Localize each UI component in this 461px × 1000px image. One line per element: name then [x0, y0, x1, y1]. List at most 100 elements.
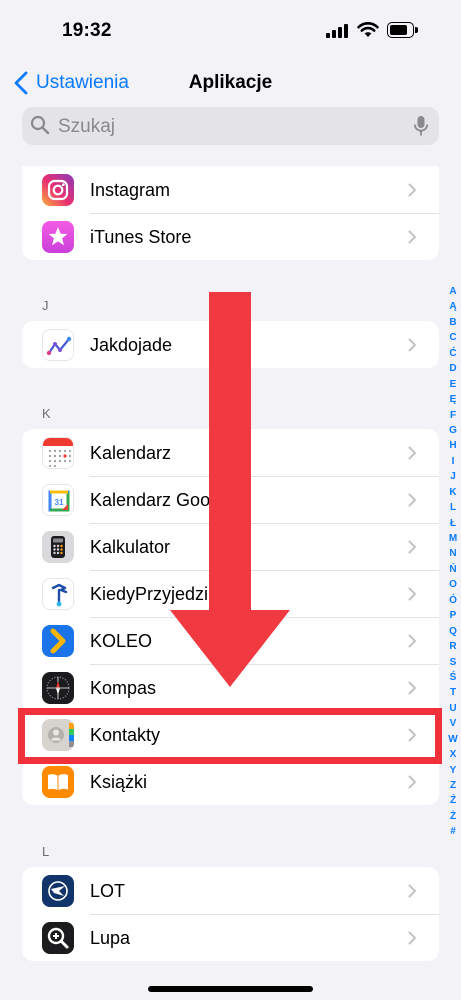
battery-icon [387, 22, 419, 38]
chevron-right-icon [408, 446, 416, 460]
chevron-right-icon [408, 493, 416, 507]
list-item-label: Książki [90, 772, 148, 792]
list-item-label: Kalkulator [90, 537, 171, 557]
list-item-label: Lupa [90, 928, 131, 948]
index-letter[interactable]: F [446, 408, 460, 423]
koleo-icon [42, 625, 74, 657]
index-letter[interactable]: K [446, 485, 460, 500]
chevron-right-icon [408, 681, 416, 695]
chevron-right-icon [408, 230, 416, 244]
index-letter[interactable]: O [446, 577, 460, 592]
index-letter[interactable]: P [446, 608, 460, 623]
list-item-label: KOLEO [90, 631, 153, 651]
search-input[interactable] [56, 107, 400, 147]
contacts-icon [42, 719, 74, 751]
index-letter[interactable]: X [446, 747, 460, 762]
list-item-label: Kompas [90, 678, 157, 698]
lot-icon [42, 875, 74, 907]
index-letter[interactable]: R [446, 639, 460, 654]
chevron-right-icon [408, 338, 416, 352]
alphabet-index[interactable]: A Ą B C Ć D E Ę F G H I J K L Ł M N Ń O Ó P Q R S Ś T U V W X Y Z Ź Ż # [446, 284, 460, 840]
apps-group-k: Kalendarz 31 Kalendarz Goo Kalkulator Ki… [22, 429, 439, 805]
index-letter[interactable]: B [446, 315, 460, 330]
index-letter[interactable]: H [446, 438, 460, 453]
search-bar[interactable] [22, 107, 439, 147]
chevron-right-icon [408, 587, 416, 601]
index-letter[interactable]: M [446, 531, 460, 546]
chevron-right-icon [408, 540, 416, 554]
index-letter[interactable]: T [446, 685, 460, 700]
index-letter[interactable]: Ń [446, 562, 460, 577]
section-header-j: J [42, 298, 49, 313]
status-time: 19:32 [62, 20, 112, 41]
cellular-signal-icon [326, 24, 348, 38]
list-item-label: LOT [90, 881, 126, 901]
microphone-icon[interactable] [413, 115, 429, 137]
list-item-itunes-store[interactable]: iTunes Store [22, 213, 439, 260]
index-letter[interactable]: S [446, 655, 460, 670]
chevron-right-icon [408, 884, 416, 898]
index-letter[interactable]: # [446, 824, 460, 839]
list-item-lot[interactable]: LOT [22, 867, 439, 914]
index-letter[interactable]: G [446, 423, 460, 438]
list-item-instagram[interactable]: Instagram [22, 166, 439, 213]
index-letter[interactable]: Z [446, 778, 460, 793]
compass-icon [42, 672, 74, 704]
navigation-bar: Ustawienia Aplikacje [0, 62, 461, 102]
wifi-icon [357, 22, 379, 37]
index-letter[interactable]: Ć [446, 346, 460, 361]
index-letter[interactable]: Ą [446, 299, 460, 314]
list-item-label: Jakdojade [90, 335, 173, 355]
index-letter[interactable]: Ó [446, 593, 460, 608]
jakdojade-icon [42, 329, 74, 361]
index-letter[interactable]: Q [446, 624, 460, 639]
itunes-store-icon [42, 221, 74, 253]
list-item-label: iTunes Store [90, 227, 192, 247]
list-item-koleo[interactable]: KOLEO [22, 617, 439, 664]
list-item-jakdojade[interactable]: Jakdojade [22, 321, 439, 368]
list-item-ksiazki[interactable]: Książki [22, 758, 439, 805]
index-letter[interactable]: Y [446, 763, 460, 778]
index-letter[interactable]: Ż [446, 809, 460, 824]
index-letter[interactable]: W [446, 732, 460, 747]
list-item-kalkulator[interactable]: Kalkulator [22, 523, 439, 570]
chevron-right-icon [408, 183, 416, 197]
index-letter[interactable]: N [446, 546, 460, 561]
books-icon [42, 766, 74, 798]
list-item-kalendarz-google[interactable]: 31 Kalendarz Goo [22, 476, 439, 523]
instagram-icon [42, 174, 74, 206]
index-letter[interactable]: Ś [446, 670, 460, 685]
index-letter[interactable]: C [446, 330, 460, 345]
calculator-icon [42, 531, 74, 563]
list-item-label: KiedyPrzyjedzi [90, 584, 209, 604]
page-title: Aplikacje [188, 72, 273, 93]
list-item-kalendarz[interactable]: Kalendarz [22, 429, 439, 476]
list-item-kontakty[interactable]: Kontakty [22, 711, 439, 758]
list-item-kiedyprzyjedzie[interactable]: KiedyPrzyjedzi [22, 570, 439, 617]
apps-group-l: LOT Lupa [22, 867, 439, 961]
index-letter[interactable]: E [446, 377, 460, 392]
status-bar: 19:32 [0, 0, 461, 60]
svg-text:31: 31 [55, 498, 64, 507]
index-letter[interactable]: U [446, 701, 460, 716]
list-item-kompas[interactable]: Kompas [22, 664, 439, 711]
list-item-label: Instagram [90, 180, 171, 200]
google-calendar-icon: 31 [42, 484, 74, 516]
index-letter[interactable]: Ł [446, 516, 460, 531]
index-letter[interactable]: I [446, 454, 460, 469]
index-letter[interactable]: Ź [446, 793, 460, 808]
index-letter[interactable]: D [446, 361, 460, 376]
home-indicator[interactable] [148, 986, 313, 992]
index-letter[interactable]: A [446, 284, 460, 299]
apps-group-i: Instagram iTunes Store [22, 166, 439, 260]
chevron-right-icon [408, 634, 416, 648]
index-letter[interactable]: J [446, 469, 460, 484]
chevron-right-icon [408, 728, 416, 742]
list-item-lupa[interactable]: Lupa [22, 914, 439, 961]
list-item-label: Kontakty [90, 725, 161, 745]
index-letter[interactable]: L [446, 500, 460, 515]
index-letter[interactable]: Ę [446, 392, 460, 407]
section-header-k: K [42, 406, 51, 421]
magnifier-icon [42, 922, 74, 954]
index-letter[interactable]: V [446, 716, 460, 731]
